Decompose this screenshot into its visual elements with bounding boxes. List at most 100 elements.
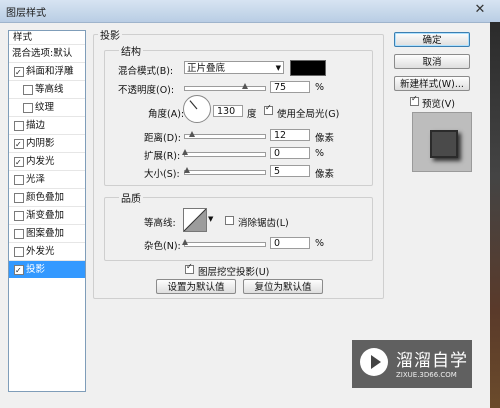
style-list-item[interactable]: 外发光 [9,242,85,260]
cancel-button[interactable]: 取消 [394,54,470,69]
style-list-item[interactable]: 描边 [9,116,85,134]
watermark: 溜溜自学 ZIXUE.3D66.COM [352,340,472,388]
style-list-items: 混合选项:默认斜面和浮雕等高线纹理描边内阴影内发光光泽颜色叠加渐变叠加图案叠加外… [9,44,85,278]
knockout-label: 图层挖空投影(U) [198,267,270,278]
make-default-button[interactable]: 设置为默认值 [156,279,236,294]
distance-unit: 像素 [315,133,335,144]
ok-button[interactable]: 确定 [394,32,470,47]
spread-slider[interactable] [182,149,266,157]
style-list-item[interactable]: 内发光 [9,152,85,170]
opacity-unit: % [315,82,325,93]
window-title: 图层样式 [6,8,46,19]
size-slider-thumb[interactable] [184,167,190,173]
style-list-item-label: 图案叠加 [26,228,65,239]
contour-curve-icon [183,208,207,232]
title-bar: 图层样式 ✕ [0,0,500,23]
angle-input[interactable]: 130 [213,105,243,117]
preview-thumbnail [430,130,458,158]
opacity-slider-thumb[interactable] [242,83,248,89]
style-list-item-label: 颜色叠加 [26,192,65,203]
style-list-item-label: 混合选项:默认 [12,48,73,59]
play-logo-icon [360,348,388,376]
distance-input[interactable]: 12 [270,129,310,141]
global-light-label: 使用全局光(G) [277,109,340,120]
blend-mode-select[interactable]: 正片叠底 ▼ [184,61,284,74]
style-list-item-label: 斜面和浮雕 [26,66,74,77]
drop-shadow-title: 投影 [98,27,122,42]
close-icon[interactable]: ✕ [472,2,488,18]
distance-label: 距离(D): [144,133,181,144]
anti-alias-label: 消除锯齿(L) [238,218,289,229]
size-label: 大小(S): [144,169,180,180]
noise-label: 杂色(N): [144,241,181,252]
style-checkbox[interactable] [14,247,24,257]
style-checkbox[interactable] [23,85,33,95]
style-list-item[interactable]: 渐变叠加 [9,206,85,224]
style-checkbox[interactable] [14,229,24,239]
distance-slider[interactable] [184,131,266,139]
style-list-item-label: 光泽 [26,174,46,185]
style-checkbox[interactable] [14,154,24,170]
chevron-down-icon: ▼ [275,64,281,72]
preview-checkbox[interactable] [410,94,419,106]
noise-input[interactable]: 0 [270,237,310,249]
style-list-header: 样式 [13,32,33,43]
style-list-item[interactable]: 纹理 [9,98,85,116]
contour-dropdown-icon[interactable]: ▼ [208,215,213,223]
noise-slider[interactable] [182,239,266,247]
style-list-item[interactable]: 投影 [9,260,85,278]
spread-unit: % [315,148,325,159]
noise-slider-thumb[interactable] [182,239,188,245]
style-list-item-label: 纹理 [35,102,55,113]
global-light-checkbox[interactable] [264,103,273,115]
style-checkbox[interactable] [14,121,24,131]
style-checkbox[interactable] [14,64,24,80]
style-list: 样式 混合选项:默认斜面和浮雕等高线纹理描边内阴影内发光光泽颜色叠加渐变叠加图案… [8,30,86,392]
watermark-url: ZIXUE.3D66.COM [396,371,457,379]
style-checkbox[interactable] [14,175,24,185]
spread-slider-thumb[interactable] [182,149,188,155]
style-checkbox[interactable] [14,211,24,221]
blend-mode-label: 混合模式(B): [118,66,174,77]
style-preview [412,112,472,172]
style-list-item-label: 投影 [26,264,46,275]
angle-unit: 度 [247,109,257,120]
knockout-checkbox[interactable] [185,262,194,274]
style-checkbox[interactable] [14,193,24,203]
opacity-label: 不透明度(O): [118,85,175,96]
new-style-button[interactable]: 新建样式(W)... [394,76,470,91]
blend-mode-value: 正片叠底 [187,63,226,74]
style-checkbox[interactable] [23,103,33,113]
size-unit: 像素 [315,169,335,180]
style-list-item[interactable]: 光泽 [9,170,85,188]
opacity-input[interactable]: 75 [270,81,310,93]
quality-title: 品质 [119,190,143,205]
style-list-item[interactable]: 斜面和浮雕 [9,62,85,80]
spread-label: 扩展(R): [144,151,181,162]
anti-alias-checkbox[interactable] [225,216,234,225]
style-list-item[interactable]: 图案叠加 [9,224,85,242]
reset-default-button[interactable]: 复位为默认值 [243,279,323,294]
distance-slider-thumb[interactable] [189,131,195,137]
style-list-item-label: 内阴影 [26,138,55,149]
style-checkbox[interactable] [14,136,24,152]
opacity-slider[interactable] [184,83,266,91]
style-list-item-label: 内发光 [26,156,55,167]
style-list-item[interactable]: 混合选项:默认 [9,44,85,62]
angle-needle-icon [189,100,198,110]
angle-dial[interactable] [183,95,211,123]
shadow-color-swatch[interactable] [290,60,326,76]
style-list-item-label: 渐变叠加 [26,210,65,221]
contour-label: 等高线: [144,218,176,229]
spread-input[interactable]: 0 [270,147,310,159]
noise-unit: % [315,238,325,249]
background-canvas [490,22,500,408]
style-list-item[interactable]: 颜色叠加 [9,188,85,206]
style-checkbox[interactable] [14,262,24,278]
style-list-item-label: 描边 [26,120,46,131]
style-list-item[interactable]: 内阴影 [9,134,85,152]
size-input[interactable]: 5 [270,165,310,177]
size-slider[interactable] [184,167,266,175]
contour-picker[interactable] [183,208,207,232]
style-list-item[interactable]: 等高线 [9,80,85,98]
